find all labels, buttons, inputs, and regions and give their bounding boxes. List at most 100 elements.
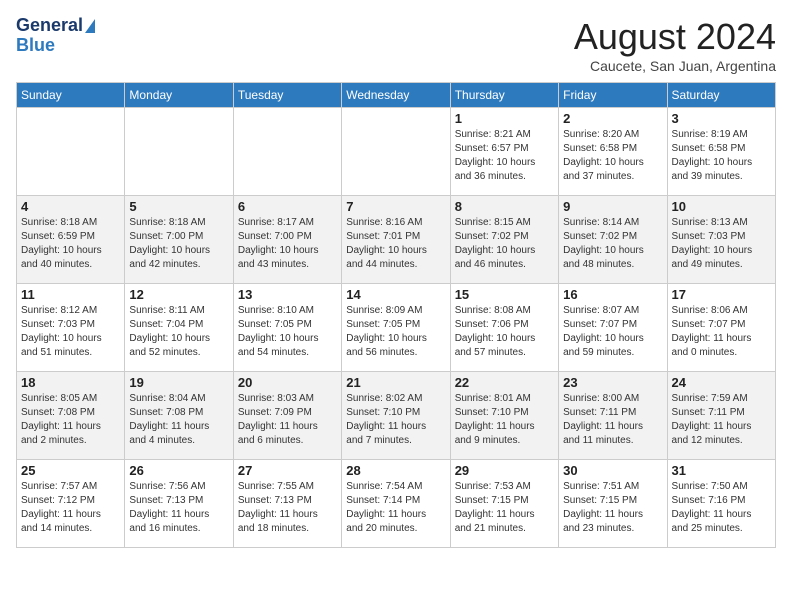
- day-number: 13: [238, 287, 337, 302]
- day-detail: Sunrise: 8:13 AMSunset: 7:03 PMDaylight:…: [672, 216, 771, 272]
- header-friday: Friday: [559, 83, 667, 108]
- calendar-cell: 4 Sunrise: 8:18 AMSunset: 6:59 PMDaylight…: [17, 196, 125, 284]
- day-number: 30: [563, 463, 662, 478]
- day-detail: Sunrise: 8:16 AMSunset: 7:01 PMDaylight:…: [346, 216, 445, 272]
- calendar-cell: 5 Sunrise: 8:18 AMSunset: 7:00 PMDaylight…: [125, 196, 233, 284]
- day-number: 28: [346, 463, 445, 478]
- day-detail: Sunrise: 8:10 AMSunset: 7:05 PMDaylight:…: [238, 304, 337, 360]
- day-number: 9: [563, 199, 662, 214]
- calendar-cell: 12 Sunrise: 8:11 AMSunset: 7:04 PMDayligh…: [125, 284, 233, 372]
- calendar-cell: 19 Sunrise: 8:04 AMSunset: 7:08 PMDayligh…: [125, 372, 233, 460]
- week-row-5: 25 Sunrise: 7:57 AMSunset: 7:12 PMDayligh…: [17, 460, 776, 548]
- day-number: 15: [455, 287, 554, 302]
- week-row-2: 4 Sunrise: 8:18 AMSunset: 6:59 PMDaylight…: [17, 196, 776, 284]
- calendar-cell: 6Sunrise: 8:17 AMSunset: 7:00 PMDaylight…: [233, 196, 341, 284]
- logo: General Blue: [16, 16, 95, 56]
- calendar-cell: 16 Sunrise: 8:07 AMSunset: 7:07 PMDayligh…: [559, 284, 667, 372]
- day-number: 23: [563, 375, 662, 390]
- day-detail: Sunrise: 7:53 AMSunset: 7:15 PMDaylight:…: [455, 480, 554, 536]
- logo-blue: Blue: [16, 36, 55, 56]
- day-detail: Sunrise: 8:11 AMSunset: 7:04 PMDaylight:…: [129, 304, 228, 360]
- day-number: 27: [238, 463, 337, 478]
- calendar-cell: 20 Sunrise: 8:03 AMSunset: 7:09 PMDayligh…: [233, 372, 341, 460]
- day-detail: Sunrise: 8:01 AMSunset: 7:10 PMDaylight:…: [455, 392, 554, 448]
- day-detail: Sunrise: 7:50 AMSunset: 7:16 PMDaylight:…: [672, 480, 771, 536]
- header-sunday: Sunday: [17, 83, 125, 108]
- day-detail: Sunrise: 8:20 AMSunset: 6:58 PMDaylight:…: [563, 128, 662, 184]
- calendar-cell: 26 Sunrise: 7:56 AMSunset: 7:13 PMDayligh…: [125, 460, 233, 548]
- day-detail: Sunrise: 8:04 AMSunset: 7:08 PMDaylight:…: [129, 392, 228, 448]
- day-number: 3: [672, 111, 771, 126]
- calendar-cell: [233, 108, 341, 196]
- header-monday: Monday: [125, 83, 233, 108]
- day-number: 6: [238, 199, 337, 214]
- day-number: 22: [455, 375, 554, 390]
- day-detail: Sunrise: 7:59 AMSunset: 7:11 PMDaylight:…: [672, 392, 771, 448]
- day-number: 4: [21, 199, 120, 214]
- calendar-cell: [342, 108, 450, 196]
- day-number: 7: [346, 199, 445, 214]
- calendar-cell: 21Sunrise: 8:02 AMSunset: 7:10 PMDayligh…: [342, 372, 450, 460]
- day-number: 29: [455, 463, 554, 478]
- calendar-cell: 7 Sunrise: 8:16 AMSunset: 7:01 PMDaylight…: [342, 196, 450, 284]
- header-saturday: Saturday: [667, 83, 775, 108]
- day-number: 1: [455, 111, 554, 126]
- day-number: 20: [238, 375, 337, 390]
- header-thursday: Thursday: [450, 83, 558, 108]
- day-number: 24: [672, 375, 771, 390]
- day-detail: Sunrise: 8:19 AMSunset: 6:58 PMDaylight:…: [672, 128, 771, 184]
- calendar-table: SundayMondayTuesdayWednesdayThursdayFrid…: [16, 82, 776, 548]
- day-detail: Sunrise: 7:55 AMSunset: 7:13 PMDaylight:…: [238, 480, 337, 536]
- day-detail: Sunrise: 8:18 AMSunset: 6:59 PMDaylight:…: [21, 216, 120, 272]
- logo-general: General: [16, 16, 83, 36]
- calendar-cell: 25 Sunrise: 7:57 AMSunset: 7:12 PMDayligh…: [17, 460, 125, 548]
- day-detail: Sunrise: 8:08 AMSunset: 7:06 PMDaylight:…: [455, 304, 554, 360]
- day-detail: Sunrise: 7:57 AMSunset: 7:12 PMDaylight:…: [21, 480, 120, 536]
- day-number: 25: [21, 463, 120, 478]
- day-number: 14: [346, 287, 445, 302]
- day-number: 18: [21, 375, 120, 390]
- day-detail: Sunrise: 8:05 AMSunset: 7:08 PMDaylight:…: [21, 392, 120, 448]
- day-detail: Sunrise: 8:14 AMSunset: 7:02 PMDaylight:…: [563, 216, 662, 272]
- day-number: 26: [129, 463, 228, 478]
- header-wednesday: Wednesday: [342, 83, 450, 108]
- day-detail: Sunrise: 8:18 AMSunset: 7:00 PMDaylight:…: [129, 216, 228, 272]
- calendar-cell: 24 Sunrise: 7:59 AMSunset: 7:11 PMDayligh…: [667, 372, 775, 460]
- calendar-cell: 18 Sunrise: 8:05 AMSunset: 7:08 PMDayligh…: [17, 372, 125, 460]
- day-number: 10: [672, 199, 771, 214]
- day-number: 2: [563, 111, 662, 126]
- day-detail: Sunrise: 8:03 AMSunset: 7:09 PMDaylight:…: [238, 392, 337, 448]
- calendar-header-row: SundayMondayTuesdayWednesdayThursdayFrid…: [17, 83, 776, 108]
- week-row-1: 1Sunrise: 8:21 AMSunset: 6:57 PMDaylight…: [17, 108, 776, 196]
- calendar-cell: 15 Sunrise: 8:08 AMSunset: 7:06 PMDayligh…: [450, 284, 558, 372]
- day-number: 12: [129, 287, 228, 302]
- calendar-cell: 14Sunrise: 8:09 AMSunset: 7:05 PMDayligh…: [342, 284, 450, 372]
- location-subtitle: Caucete, San Juan, Argentina: [574, 58, 776, 74]
- day-detail: Sunrise: 7:54 AMSunset: 7:14 PMDaylight:…: [346, 480, 445, 536]
- calendar-cell: 9 Sunrise: 8:14 AMSunset: 7:02 PMDaylight…: [559, 196, 667, 284]
- day-number: 16: [563, 287, 662, 302]
- calendar-cell: 10 Sunrise: 8:13 AMSunset: 7:03 PMDayligh…: [667, 196, 775, 284]
- day-number: 31: [672, 463, 771, 478]
- day-detail: Sunrise: 8:12 AMSunset: 7:03 PMDaylight:…: [21, 304, 120, 360]
- day-detail: Sunrise: 7:56 AMSunset: 7:13 PMDaylight:…: [129, 480, 228, 536]
- calendar-cell: 3 Sunrise: 8:19 AMSunset: 6:58 PMDaylight…: [667, 108, 775, 196]
- day-number: 19: [129, 375, 228, 390]
- day-detail: Sunrise: 8:02 AMSunset: 7:10 PMDaylight:…: [346, 392, 445, 448]
- day-detail: Sunrise: 8:06 AMSunset: 7:07 PMDaylight:…: [672, 304, 771, 360]
- calendar-cell: 28 Sunrise: 7:54 AMSunset: 7:14 PMDayligh…: [342, 460, 450, 548]
- day-detail: Sunrise: 8:07 AMSunset: 7:07 PMDaylight:…: [563, 304, 662, 360]
- calendar-cell: 23 Sunrise: 8:00 AMSunset: 7:11 PMDayligh…: [559, 372, 667, 460]
- day-number: 11: [21, 287, 120, 302]
- day-detail: Sunrise: 8:00 AMSunset: 7:11 PMDaylight:…: [563, 392, 662, 448]
- calendar-cell: 17Sunrise: 8:06 AMSunset: 7:07 PMDayligh…: [667, 284, 775, 372]
- day-detail: Sunrise: 7:51 AMSunset: 7:15 PMDaylight:…: [563, 480, 662, 536]
- day-number: 5: [129, 199, 228, 214]
- calendar-cell: 30 Sunrise: 7:51 AMSunset: 7:15 PMDayligh…: [559, 460, 667, 548]
- title-block: August 2024 Caucete, San Juan, Argentina: [574, 16, 776, 74]
- calendar-cell: 13 Sunrise: 8:10 AMSunset: 7:05 PMDayligh…: [233, 284, 341, 372]
- calendar-cell: 1Sunrise: 8:21 AMSunset: 6:57 PMDaylight…: [450, 108, 558, 196]
- calendar-cell: 29 Sunrise: 7:53 AMSunset: 7:15 PMDayligh…: [450, 460, 558, 548]
- week-row-3: 11 Sunrise: 8:12 AMSunset: 7:03 PMDayligh…: [17, 284, 776, 372]
- calendar-cell: 2 Sunrise: 8:20 AMSunset: 6:58 PMDaylight…: [559, 108, 667, 196]
